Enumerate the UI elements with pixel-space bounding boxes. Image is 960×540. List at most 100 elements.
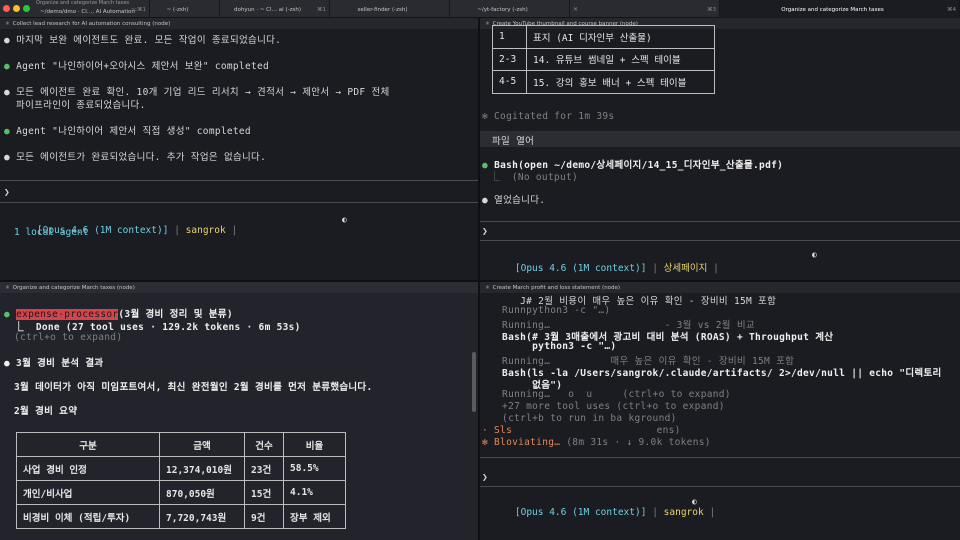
terminal-pane-bottom-right[interactable]: ✳ Create March profit and loss statement … [480,282,960,540]
table-cell: 장부 제외 [283,504,346,529]
table-cell: 15건 [244,480,284,505]
table-row: 사업 경비 인정 12,374,010원 23건 58.5% [16,456,346,481]
output-line: ● 모든 에이전트 완료 확인. 10개 기업 리드 리서치 → 견적서 → 제… [4,87,390,98]
claude-icon: ✳ [5,285,10,291]
table-cell: 2-3 [492,47,527,71]
tab-title: ~ (-zsh) [166,7,189,13]
table-cell: 4.1% [283,480,346,505]
table-cell: 58.5% [283,456,346,481]
table-cell: 7,720,743원 [159,504,245,529]
tab-4[interactable]: seller-finder (-zsh) [330,0,450,18]
table-row: 개인/비사업 870,050원 15건 4.1% [16,480,346,505]
prompt-input[interactable]: ❯ [482,472,488,483]
clock-icon: ◐ [692,497,697,506]
tool-line: Running… o u (ctrl+o to expand) [484,389,731,400]
minimize-window-button[interactable] [13,5,20,12]
window-controls [3,5,30,12]
table-cell: 9건 [244,504,284,529]
user-message: 파일 열어 [492,136,535,147]
table-header-cell: 건수 [244,432,284,457]
tab-2[interactable]: ~ (-zsh) [150,0,220,18]
tab-title: ~/demo/dmo · Cl…, AI Automation, 소산… [40,9,135,15]
tab-shortcut: ⌘4 [947,7,956,13]
tab-active[interactable]: Organize and categorize March taxes ⌘4 [720,0,960,18]
pages-table: 1 표지 (AI 디자인부 산출물) 2-3 14. 유튜브 썸네일 + 스펙 … [492,25,715,94]
table-cell: 12,374,010원 [159,456,245,481]
spinner-status: · Sls ens) [482,425,681,436]
output-line: ● Agent "나인하이어 제안서 직접 생성" completed [4,126,251,137]
table-row: 1 표지 (AI 디자인부 산출물) [492,25,715,49]
table-header-cell: 비율 [283,432,346,457]
clock-icon: ◐ [342,215,347,224]
table-row: 4-5 15. 강의 홍보 배너 + 스펙 테이블 [492,70,715,94]
output-line: ● Agent "나인하이어+오아시스 제안서 보완" completed [4,61,270,72]
tab-shortcut: ⌘3 [707,7,716,13]
table-header-cell: 금액 [159,432,245,457]
tab-title: ~/yt-factory (-zsh) [477,7,528,13]
output-line: ● 마지막 보완 에이전트도 완료. 모든 작업이 종료되었습니다. [4,35,282,46]
output-line: 파이프라인이 종료되었습니다. [16,100,146,111]
prompt-input[interactable]: ❯ [482,226,488,237]
tab-3[interactable]: dohyun · ~ Cl… ai (-zsh) ⌘1 [220,0,330,18]
tab-shortcut: ⌥⌘1 [130,7,146,13]
tab-title: dohyun · ~ Cl… ai (-zsh) [234,7,301,13]
output-line: ● 모든 에이전트가 완료되었습니다. 추가 작업은 없습니다. [4,152,267,163]
prompt-separator [480,240,960,241]
table-cell: 23건 [244,456,284,481]
agent-count: 1 local agent [14,227,89,238]
user-message-box: 파일 열어 [480,131,960,147]
terminal-pane-top-right[interactable]: ✳ Create YouTube thumbnail and course ban… [480,18,960,280]
status-bar: [Opus 4.6 (1M context)] | 상세페이지 | [514,263,719,274]
expense-summary-table: 구분 금액 건수 비율 사업 경비 인정 12,374,010원 23건 58.… [16,432,346,529]
user-label: 상세페이지 [663,263,708,274]
table-row: 비경비 이체 (적립/투자) 7,720,743원 9건 장부 제외 [16,504,346,529]
claude-icon: ✳ [485,21,490,27]
tab-6[interactable]: ✕ ⌘3 [570,0,720,18]
prompt-separator [0,180,478,181]
tab-title: Organize and categorize March taxes [781,7,884,13]
output-summary: 3월 데이터가 아직 미임포트여서, 최신 완전월인 2월 경비를 먼저 분류했… [14,382,373,393]
prompt-separator [480,457,960,458]
prompt-input[interactable]: ❯ [4,187,10,198]
table-row: 2-3 14. 유튜브 썸네일 + 스펙 테이블 [492,47,715,71]
claude-icon: ✳ [5,21,10,27]
table-cell: 1 [492,25,527,49]
table-cell: 사업 경비 인정 [16,456,160,481]
table-cell: 870,050원 [159,480,245,505]
close-window-button[interactable] [3,5,10,12]
expand-hint: (ctrl+o to expand) [14,332,123,343]
spinner-status: ✻ Bloviating… (8m 31s · ↓ 9.0k tokens) [482,437,711,448]
window-tab-bar: Organize and categorize March taxes ~/de… [0,0,960,18]
table-cell: 개인/비사업 [16,480,160,505]
tool-line: +27 more tool uses (ctrl+o to expand) [484,401,725,412]
tool-line: Runnpython3 -c "…) [484,305,611,316]
table-cell: 14. 유튜브 썸네일 + 스펙 테이블 [526,47,715,71]
tab-1[interactable]: ~/demo/dmo · Cl…, AI Automation, 소산… ⌥⌘1 [40,0,150,18]
prompt-separator [480,486,960,487]
tab-5[interactable]: ~/yt-factory (-zsh) [450,0,570,18]
claude-icon: ✳ [485,285,490,291]
table-header-cell: 구분 [16,432,160,457]
pane-title: Organize and categorize March taxes (nod… [12,285,135,291]
pane-title: Collect lead research for AI automation … [12,21,171,27]
model-label: [Opus 4.6 (1M context)] [514,263,647,274]
table-cell: 15. 강의 홍보 배너 + 스펙 테이블 [526,70,715,94]
agent-done: ⎿ Done (27 tool uses · 129.2k tokens · 6… [14,322,301,333]
scrollbar[interactable] [472,352,476,412]
output-line: ● 열었습니다. [482,195,546,206]
output-heading: ● 3월 경비 분석 결과 [4,358,104,369]
terminal-pane-top-left[interactable]: ✳ Collect lead research for AI automation… [0,18,478,280]
user-label: sangrok [185,225,226,236]
close-icon[interactable]: ✕ [573,6,578,13]
tool-line: python3 -c "…) [484,341,617,352]
prompt-separator [0,202,478,203]
table-cell: 표지 (AI 디자인부 산출물) [526,25,715,49]
terminal-pane-bottom-left[interactable]: ✳ Organize and categorize March taxes (no… [0,282,478,540]
status-bar: [Opus 4.6 (1M context)] | sangrok | [514,507,716,518]
zoom-window-button[interactable] [23,5,30,12]
table-cell: 4-5 [492,70,527,94]
model-label: [Opus 4.6 (1M context)] [514,507,647,518]
pane-title-bar: ✳ Collect lead research for AI automation… [0,18,478,29]
agent-call: ● expense-processor(3월 경비 정리 및 분류) [4,309,233,320]
clock-icon: ◐ [812,250,817,259]
